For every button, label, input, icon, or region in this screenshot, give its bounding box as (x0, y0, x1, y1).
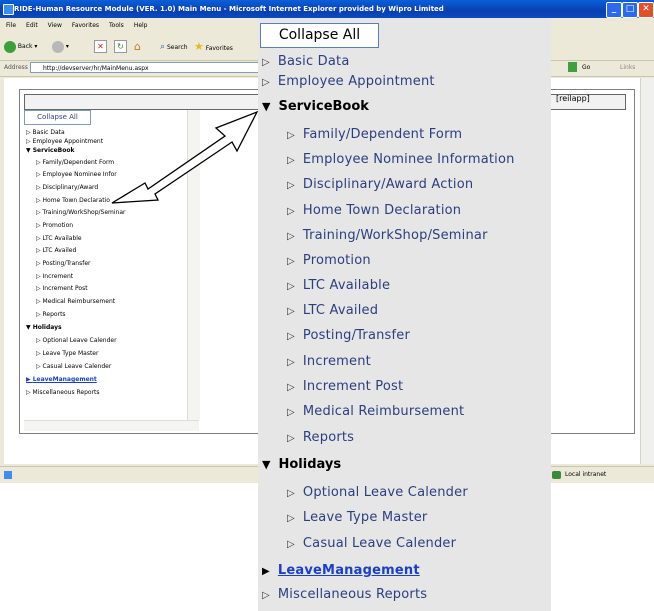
holidays-item[interactable]: ▷ Leave Type Master (287, 510, 427, 525)
collapsed-triangle-icon: ▷ (287, 281, 295, 292)
collapsed-triangle-icon: ▷ (287, 155, 295, 166)
collapsed-triangle-icon: ▷ (287, 539, 295, 550)
collapsed-triangle-icon: ▷ (287, 433, 295, 444)
servicebook-item[interactable]: ▷ LTC Availed (287, 303, 378, 318)
collapsed-triangle-icon: ▷ (262, 57, 270, 68)
collapsed-triangle-icon: ▷ (287, 130, 295, 141)
menu-item-basic-data[interactable]: ▷ Basic Data (262, 54, 349, 69)
collapsed-triangle-icon: ▷ (287, 206, 295, 217)
menu-item-leave-management[interactable]: ▶ LeaveManagement (262, 563, 420, 578)
collapsed-triangle-icon: ▷ (287, 306, 295, 317)
servicebook-item[interactable]: ▷ Promotion (287, 253, 371, 268)
collapsed-triangle-icon: ▷ (287, 513, 295, 524)
collapsed-triangle-icon: ▷ (287, 407, 295, 418)
expanded-triangle-icon: ▼ (262, 458, 271, 471)
menu-group-servicebook[interactable]: ▼ ServiceBook (262, 99, 369, 114)
menu-group-holidays[interactable]: ▼ Holidays (262, 457, 341, 472)
menu-item-misc-reports[interactable]: ▷ Miscellaneous Reports (262, 587, 427, 602)
servicebook-item[interactable]: ▷ Home Town Declaration (287, 203, 461, 218)
arrow-shape (111, 110, 259, 204)
collapsed-triangle-icon: ▷ (287, 256, 295, 267)
menu-item-employee-appointment[interactable]: ▷ Employee Appointment (262, 74, 435, 89)
collapsed-triangle-icon: ▷ (262, 590, 270, 601)
collapse-all-button[interactable]: Collapse All (260, 23, 379, 48)
collapsed-triangle-icon: ▷ (287, 357, 295, 368)
servicebook-item[interactable]: ▷ Medical Reimbursement (287, 404, 464, 419)
servicebook-item[interactable]: ▷ LTC Available (287, 278, 390, 293)
holidays-item[interactable]: ▷ Optional Leave Calender (287, 485, 468, 500)
servicebook-item[interactable]: ▷ Disciplinary/Award Action (287, 177, 473, 192)
collapsed-triangle-icon: ▷ (287, 180, 295, 191)
collapsed-triangle-icon: ▷ (287, 382, 295, 393)
servicebook-item[interactable]: ▷ Employee Nominee Information (287, 152, 515, 167)
collapsed-triangle-icon: ▷ (262, 77, 270, 88)
servicebook-item[interactable]: ▷ Posting/Transfer (287, 328, 410, 343)
expanded-triangle-icon: ▼ (262, 100, 271, 113)
servicebook-item[interactable]: ▷ Increment Post (287, 379, 403, 394)
collapsed-triangle-icon: ▷ (287, 331, 295, 342)
servicebook-item[interactable]: ▷ Increment (287, 354, 371, 369)
servicebook-item[interactable]: ▷ Training/WorkShop/Seminar (287, 228, 488, 243)
collapsed-triangle-icon: ▷ (287, 488, 295, 499)
servicebook-item[interactable]: ▷ Family/Dependent Form (287, 127, 462, 142)
servicebook-item[interactable]: ▷ Reports (287, 430, 354, 445)
collapsed-triangle-icon: ▷ (287, 231, 295, 242)
selected-triangle-icon: ▶ (262, 566, 270, 577)
holidays-item[interactable]: ▷ Casual Leave Calender (287, 536, 456, 551)
